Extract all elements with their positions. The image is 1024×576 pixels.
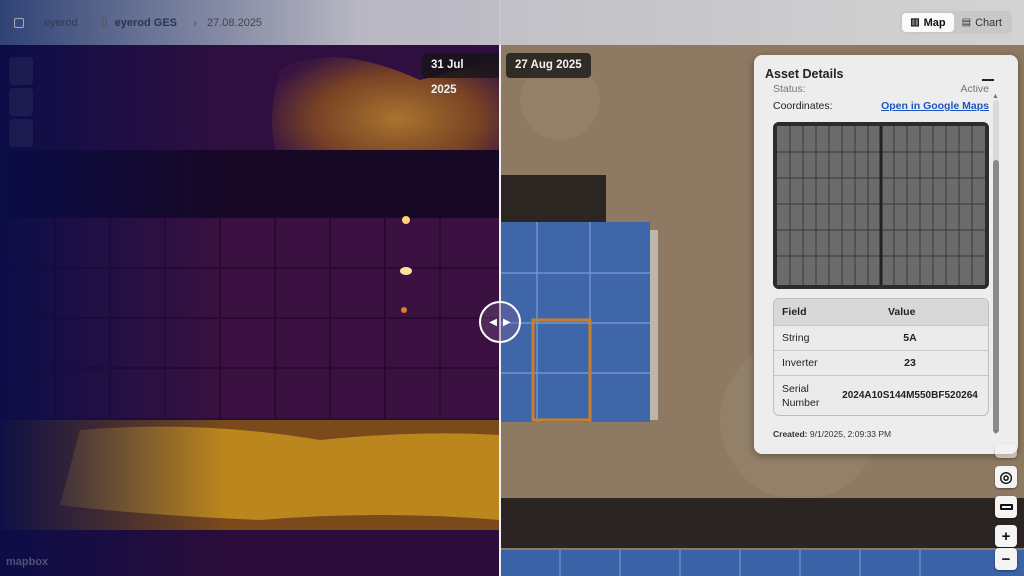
- top-bar: eyerod › eyerod GES › 27.08.2025 ▥ Map ▤…: [0, 0, 1024, 45]
- chart-view-label: Chart: [975, 16, 1002, 29]
- created-value: 9/1/2025, 2:09:33 PM: [809, 429, 892, 439]
- arrow-left-icon: ◀: [489, 316, 497, 328]
- locate-button[interactable]: ◎: [995, 466, 1017, 488]
- compare-divider[interactable]: [499, 0, 501, 576]
- right-date-chip: 27 Aug 2025: [506, 53, 591, 78]
- panel-title: Asset Details: [765, 67, 844, 81]
- document-icon: ▤: [961, 17, 972, 28]
- arrow-right-icon: ▶: [503, 316, 511, 328]
- layer-control-button[interactable]: [9, 119, 33, 147]
- view-toggle: ▥ Map ▤ Chart: [900, 11, 1012, 34]
- thermal-layer: 31 Jul 2025: [0, 0, 500, 576]
- plant-icon: [101, 18, 107, 27]
- scroll-thumb[interactable]: [993, 160, 999, 433]
- compare-slider-handle[interactable]: ◀ ▶: [479, 301, 521, 343]
- value-cell: 5A: [832, 325, 988, 350]
- map-control-button[interactable]: [995, 444, 1017, 458]
- zoom-in-icon: +: [1001, 527, 1011, 545]
- locate-icon: ◎: [999, 469, 1013, 486]
- created-timestamp: Created: 9/1/2025, 2:09:33 PM: [773, 429, 891, 439]
- coordinates-label: Coordinates:: [773, 100, 833, 112]
- table-row: Serial Number 2024A10S144M550BF520264: [774, 375, 988, 415]
- value-cell: 23: [832, 350, 988, 375]
- asset-details-panel: Asset Details Status: Active Coordinates…: [754, 55, 1018, 454]
- zoom-in-button[interactable]: +: [995, 525, 1017, 547]
- chevron-right-icon: ›: [193, 15, 197, 30]
- chart-view-button[interactable]: ▤ Chart: [954, 13, 1010, 32]
- map-view-button[interactable]: ▥ Map: [902, 13, 954, 32]
- mapbox-logo[interactable]: mapbox: [6, 556, 48, 568]
- table-row: String 5A: [774, 325, 988, 350]
- status-value: Active: [960, 85, 989, 95]
- scroll-down-icon[interactable]: ▼: [992, 429, 999, 436]
- ruler-icon: [999, 504, 1013, 510]
- field-cell: Serial Number: [774, 375, 832, 415]
- map-view-label: Map: [923, 16, 946, 29]
- table-header-row: Field Value: [774, 299, 988, 325]
- created-label: Created:: [773, 429, 808, 439]
- value-cell: 2024A10S144M550BF520264: [832, 375, 988, 415]
- breadcrumb-item-org[interactable]: eyerod: [44, 17, 78, 29]
- sidebar-toggle-icon[interactable]: [14, 17, 24, 28]
- panel-scrollbar[interactable]: ▲ ▼: [992, 93, 1000, 438]
- left-date-chip: 31 Jul 2025: [422, 53, 500, 96]
- asset-info-table: Field Value String 5A Inverter 23 Serial…: [773, 298, 989, 416]
- scroll-up-icon[interactable]: ▲: [992, 93, 999, 100]
- table-row: Inverter 23: [774, 350, 988, 375]
- solar-panel-image: [773, 122, 989, 289]
- header-field: Field: [774, 299, 832, 325]
- panel-scroll-area[interactable]: Status: Active Coordinates: Open in Goog…: [754, 85, 1018, 445]
- layer-control-button[interactable]: [9, 88, 33, 116]
- zoom-out-icon: −: [1001, 550, 1011, 568]
- breadcrumb-item-plant[interactable]: eyerod GES: [115, 17, 177, 29]
- status-label: Status:: [773, 85, 806, 95]
- header-value: Value: [832, 299, 988, 325]
- field-cell: Inverter: [774, 350, 832, 375]
- minimize-button[interactable]: [982, 71, 994, 83]
- panel-photo[interactable]: [773, 122, 989, 289]
- chevron-right-icon: ›: [87, 15, 92, 30]
- thermal-imagery: [0, 0, 500, 576]
- google-maps-link[interactable]: Open in Google Maps: [881, 100, 989, 112]
- breadcrumb-item-date[interactable]: 27.08.2025: [207, 17, 262, 29]
- zoom-out-button[interactable]: −: [995, 548, 1017, 570]
- map-icon: ▥: [910, 17, 920, 28]
- field-cell: String: [774, 325, 832, 350]
- measure-button[interactable]: [995, 496, 1017, 518]
- layer-control-button[interactable]: [9, 57, 33, 85]
